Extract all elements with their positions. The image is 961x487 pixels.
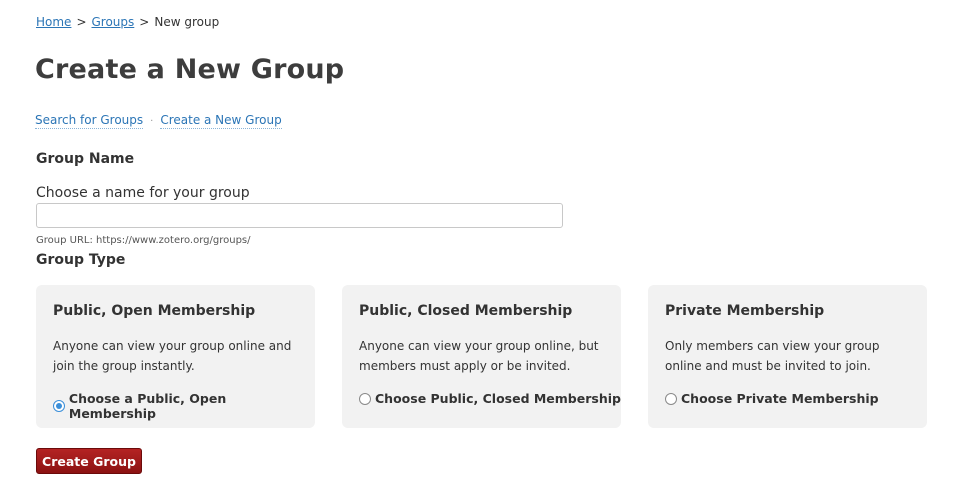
private-choice-label[interactable]: Choose Private Membership [681, 391, 879, 406]
public-closed-option[interactable]: Choose Public, Closed Membership [359, 391, 621, 406]
group-url-help: Group URL: https://www.zotero.org/groups… [36, 235, 251, 246]
card-title: Private Membership [665, 303, 825, 319]
group-type-heading: Group Type [36, 252, 126, 268]
card-title: Public, Closed Membership [359, 303, 573, 319]
group-name-input[interactable] [36, 203, 563, 228]
group-type-card-private: Private Membership Only members can view… [648, 285, 927, 428]
page-title: Create a New Group [35, 54, 345, 85]
create-group-button[interactable]: Create Group [36, 448, 142, 474]
card-description: Anyone can view your group online, but m… [359, 339, 599, 373]
breadcrumb-separator: > [139, 15, 150, 29]
group-type-card-public-open: Public, Open Membership Anyone can view … [36, 285, 315, 428]
public-closed-radio[interactable] [359, 392, 371, 405]
subnav-separator: · [150, 116, 154, 127]
card-description: Anyone can view your group online and jo… [53, 339, 292, 373]
public-open-radio[interactable] [53, 400, 65, 412]
search-groups-link[interactable]: Search for Groups [35, 113, 144, 129]
breadcrumb-separator: > [76, 15, 87, 29]
public-closed-choice-label[interactable]: Choose Public, Closed Membership [375, 391, 621, 406]
group-name-heading: Group Name [36, 151, 135, 167]
group-type-card-public-closed: Public, Closed Membership Anyone can vie… [342, 285, 621, 428]
breadcrumb-current: New group [154, 15, 220, 29]
breadcrumb: Home > Groups > New group [36, 15, 219, 29]
create-group-link[interactable]: Create a New Group [160, 113, 282, 129]
breadcrumb-home-link[interactable]: Home [36, 15, 71, 29]
private-option[interactable]: Choose Private Membership [665, 391, 879, 406]
public-open-choice-label[interactable]: Choose a Public, Open Membership [69, 391, 315, 421]
private-radio[interactable] [665, 392, 677, 405]
card-title: Public, Open Membership [53, 303, 256, 319]
card-description: Only members can view your group online … [665, 339, 880, 373]
public-open-option[interactable]: Choose a Public, Open Membership [53, 391, 315, 421]
group-name-label: Choose a name for your group [36, 185, 250, 201]
subnav: Search for Groups · Create a New Group [35, 113, 282, 129]
breadcrumb-groups-link[interactable]: Groups [92, 15, 135, 29]
